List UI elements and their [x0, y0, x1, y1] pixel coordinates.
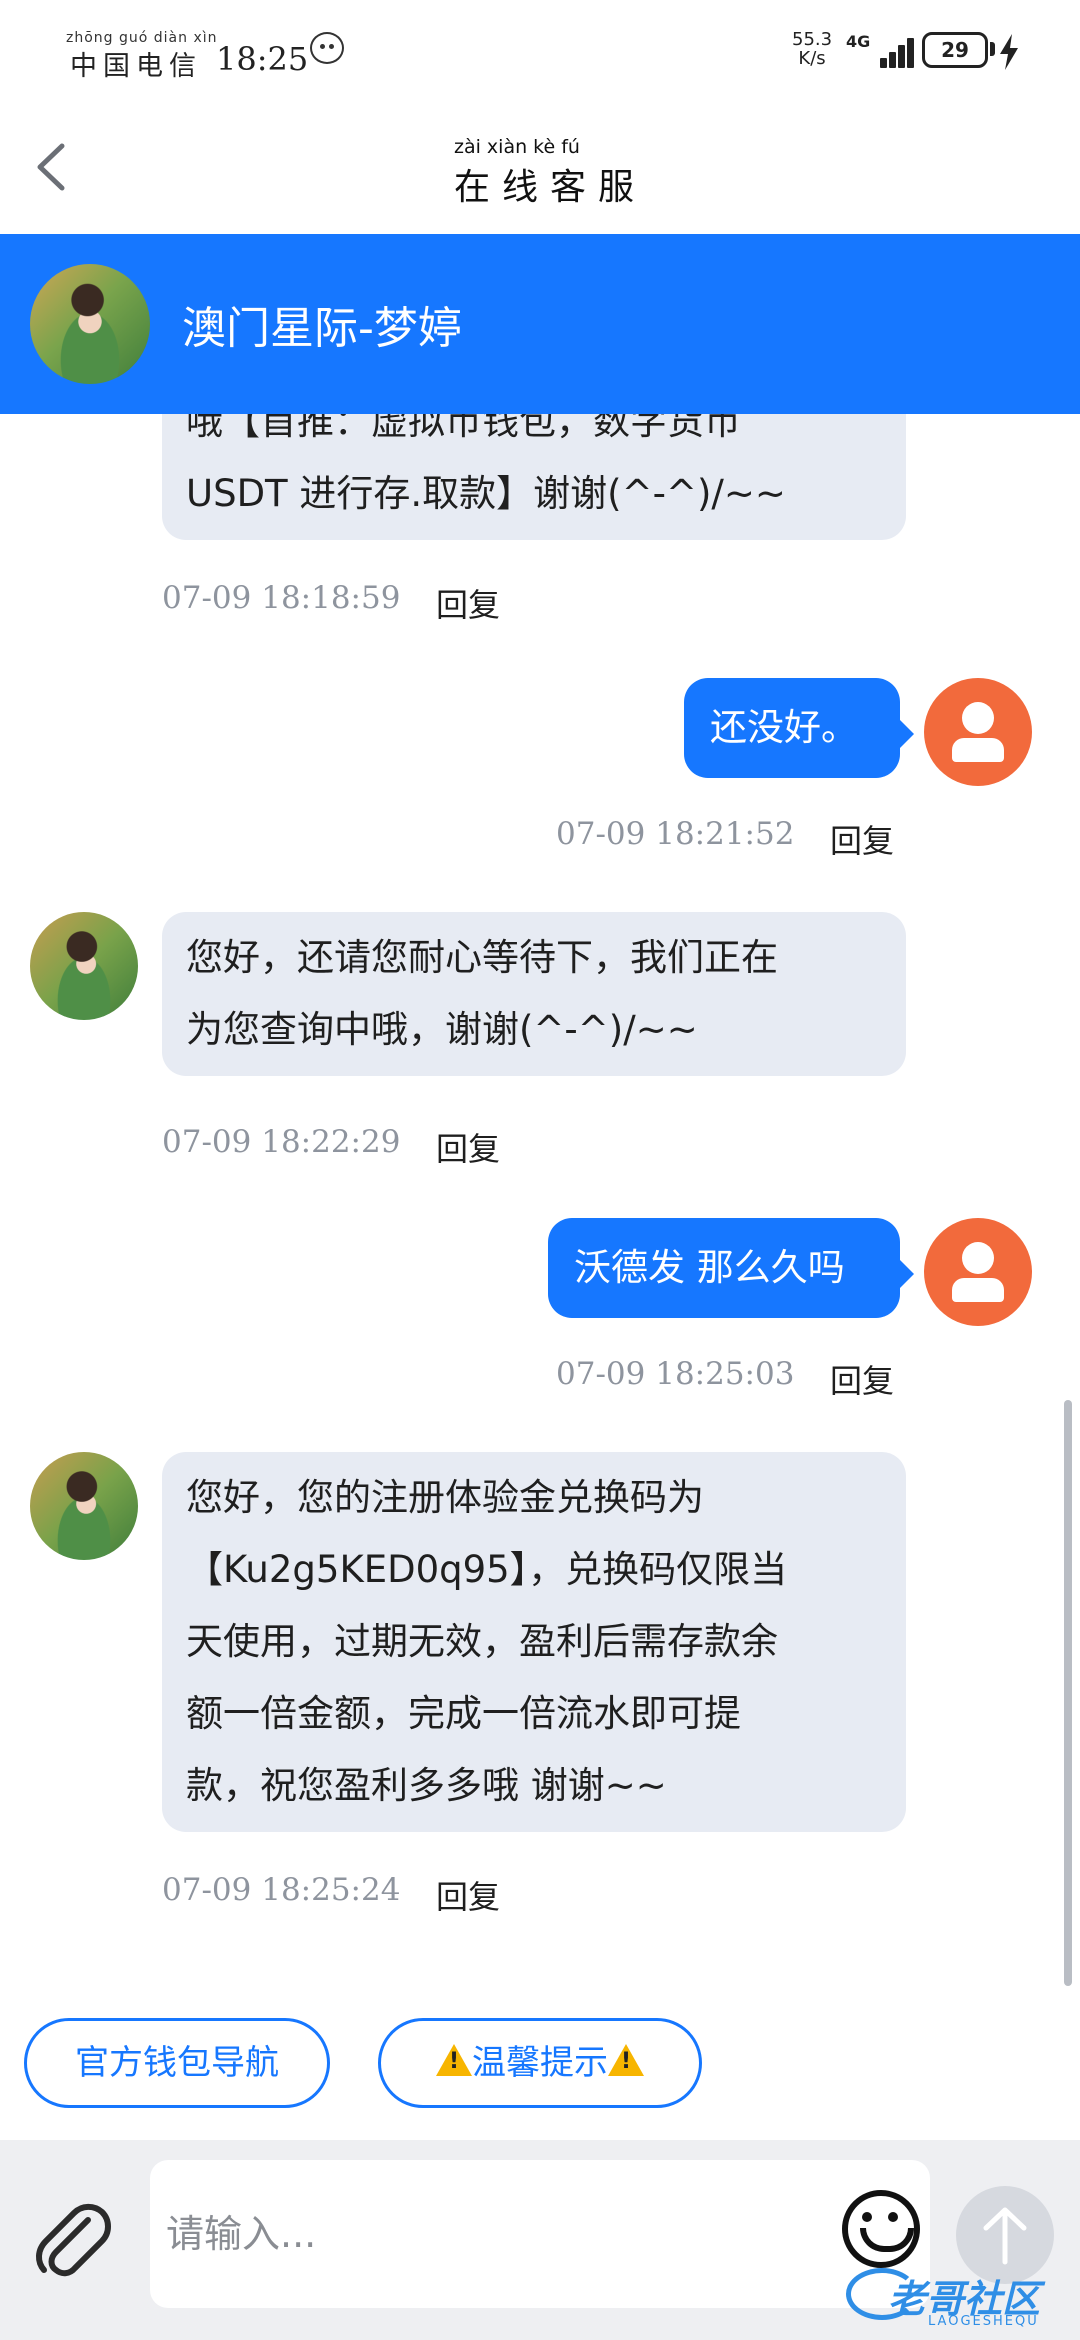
signal-icon: [866, 32, 914, 68]
status-time: 18:25: [216, 40, 309, 78]
carrier-name: 中国电信: [70, 51, 202, 82]
message-line: 您好，您的注册体验金兑换码为: [186, 1476, 704, 1519]
status-bar: zhōng guó diàn xìn 中国电信 18:25 55.3 K/s 4…: [0, 0, 1080, 100]
attach-button[interactable]: [32, 2198, 114, 2280]
message-time: 07-09 18:22:29: [162, 1124, 401, 1160]
back-button[interactable]: [30, 140, 74, 194]
emoji-button[interactable]: [842, 2190, 920, 2268]
reply-button[interactable]: 回复: [830, 1356, 894, 1402]
battery-level: 29: [941, 38, 969, 62]
net-speed-unit: K/s: [798, 48, 826, 69]
charging-icon: [1000, 34, 1018, 70]
chat-area[interactable]: 哦【首推：虚拟币钱包，数字货币 USDT 进行存.取款】谢谢(^-^)/~~ 0…: [0, 414, 1080, 1988]
message-line: 额一倍金额，完成一倍流水即可提: [186, 1692, 741, 1735]
chat-scrollbar[interactable]: [1064, 1400, 1072, 1986]
message-time: 07-09 18:25:24: [162, 1872, 401, 1908]
message-bubble-agent: 您好，您的注册体验金兑换码为 【Ku2g5KED0q95】，兑换码仅限当 天使用…: [162, 1452, 906, 1832]
battery-icon: 29: [922, 32, 988, 68]
message-time: 07-09 18:18:59: [162, 580, 401, 616]
notification-icon: [310, 32, 344, 64]
warning-icon: [436, 2044, 472, 2078]
message-line: 您好，还请您耐心等待下，我们正在: [186, 936, 778, 979]
page-title-pinyin: zài xiàn kè fú: [454, 136, 580, 158]
message-bubble-agent: 哦【首推：虚拟币钱包，数字货币 USDT 进行存.取款】谢谢(^-^)/~~: [162, 414, 906, 540]
reply-button[interactable]: 回复: [436, 1872, 500, 1918]
wallet-nav-label: 官方钱包导航: [75, 2043, 279, 2083]
reply-button[interactable]: 回复: [436, 1124, 500, 1170]
message-line: 哦【首推：虚拟币钱包，数字货币: [186, 414, 741, 443]
wallet-nav-button[interactable]: 官方钱包导航: [24, 2018, 330, 2108]
agent-avatar-small: [30, 912, 138, 1020]
net-speed-value: 55.3: [792, 29, 833, 50]
tips-button[interactable]: 温馨提示: [378, 2018, 702, 2108]
message-line: 沃德发 那么久吗: [574, 1246, 845, 1289]
message-line: 【Ku2g5KED0q95】，兑换码仅限当: [186, 1548, 788, 1591]
message-bubble-user: 还没好。: [684, 678, 914, 778]
agent-name: 澳门星际-梦婷: [182, 303, 462, 354]
battery-cap: [990, 42, 995, 56]
message-line: USDT 进行存.取款】谢谢(^-^)/~~: [186, 472, 786, 515]
message-bubble-user: 沃德发 那么久吗: [548, 1218, 914, 1318]
page-title: zài xiàn kè fú 在线客服: [440, 136, 640, 208]
agent-bar: [0, 234, 1080, 414]
net-speed: 55.3 K/s: [792, 30, 832, 68]
tips-label: 温馨提示: [472, 2043, 608, 2083]
message-bubble-agent: 您好，还请您耐心等待下，我们正在 为您查询中哦，谢谢(^-^)/~~: [162, 912, 906, 1076]
message-line: 天使用，过期无效，盈利后需存款余: [186, 1620, 778, 1663]
user-avatar: [924, 678, 1032, 786]
warning-icon: [608, 2044, 644, 2078]
message-line: 还没好。: [710, 706, 858, 749]
agent-avatar-small: [30, 1452, 138, 1560]
watermark-logo: 老哥社区 LAOGESHEQU: [840, 2262, 1080, 2340]
reply-button[interactable]: 回复: [830, 816, 894, 862]
message-line: 款，祝您盈利多多哦 谢谢~~: [186, 1764, 667, 1807]
message-time: 07-09 18:21:52: [556, 816, 795, 852]
message-line: 为您查询中哦，谢谢(^-^)/~~: [186, 1008, 698, 1051]
message-time: 07-09 18:25:03: [556, 1356, 795, 1392]
watermark-subtext: LAOGESHEQU: [928, 2314, 1039, 2329]
agent-avatar: [30, 264, 150, 384]
page-title-text: 在线客服: [454, 167, 647, 208]
reply-button[interactable]: 回复: [436, 580, 500, 626]
user-avatar: [924, 1218, 1032, 1326]
message-input[interactable]: [150, 2160, 930, 2308]
